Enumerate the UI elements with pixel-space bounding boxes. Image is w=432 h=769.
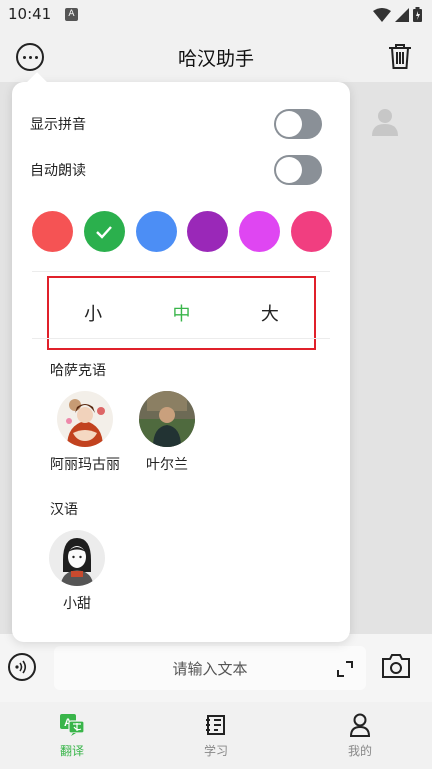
camera-icon[interactable]	[381, 653, 411, 679]
tab-label: 我的	[347, 744, 372, 758]
battery-icon	[413, 7, 422, 22]
show-pinyin-toggle[interactable]	[274, 109, 322, 139]
settings-popup: 显示拼音 自动朗读 小 中 大 哈萨克语 阿丽玛古丽 叶尔兰 汉语 小甜	[12, 72, 350, 642]
voice-name: 小甜	[63, 596, 91, 612]
auto-read-row: 自动朗读	[30, 154, 322, 186]
status-time: 10:41	[8, 5, 52, 23]
color-swatch-magenta[interactable]	[239, 211, 281, 252]
tab-study[interactable]: 学习	[144, 702, 288, 769]
chinese-section-label: 汉语	[50, 502, 78, 518]
input-bar: 请输入文本	[0, 634, 432, 702]
system-icons	[373, 7, 422, 22]
color-swatch-red[interactable]	[32, 211, 73, 252]
wifi-icon	[373, 7, 391, 22]
avatar	[49, 530, 105, 586]
font-size-medium[interactable]: 中	[137, 300, 225, 326]
voice-input-button[interactable]	[8, 653, 36, 681]
auto-read-label: 自动朗读	[30, 163, 86, 179]
page-title: 哈汉助手	[177, 48, 254, 70]
notification-icon: A	[65, 8, 78, 21]
divider	[32, 338, 330, 339]
tab-label: 学习	[203, 744, 228, 758]
color-swatch-blue[interactable]	[135, 211, 177, 252]
sound-wave-icon	[15, 660, 27, 674]
tab-bar: A 翻译 学习 我的	[0, 702, 432, 769]
expand-icon[interactable]	[336, 660, 354, 678]
auto-read-toggle[interactable]	[274, 155, 322, 185]
color-swatch-green[interactable]	[83, 211, 125, 252]
person-icon	[349, 713, 371, 737]
tab-translate[interactable]: A 翻译	[0, 702, 144, 769]
avatar	[139, 391, 195, 447]
voice-xiaotian[interactable]: 小甜	[49, 530, 105, 613]
color-picker	[32, 211, 332, 252]
tab-label: 翻译	[59, 744, 84, 758]
show-pinyin-label: 显示拼音	[30, 117, 86, 133]
user-avatar-icon	[372, 109, 398, 136]
trash-icon[interactable]	[388, 43, 412, 69]
tab-profile[interactable]: 我的	[288, 702, 432, 769]
text-input[interactable]: 请输入文本	[54, 646, 366, 690]
study-icon	[206, 715, 225, 735]
voice-name: 阿丽玛古丽	[50, 457, 120, 473]
voice-erlan[interactable]: 叶尔兰	[139, 391, 195, 474]
color-swatch-pink[interactable]	[290, 211, 332, 252]
translate-icon: A	[60, 714, 84, 736]
check-icon	[96, 225, 113, 239]
color-swatch-purple[interactable]	[187, 211, 229, 252]
font-size-large[interactable]: 大	[226, 300, 314, 326]
font-size-small[interactable]: 小	[49, 300, 137, 326]
show-pinyin-row: 显示拼音	[30, 108, 322, 140]
avatar	[57, 391, 113, 447]
app-bar: 哈汉助手	[0, 30, 432, 82]
kazakh-section-label: 哈萨克语	[50, 363, 106, 379]
signal-icon	[395, 7, 409, 22]
status-bar: 10:41 A	[0, 0, 432, 30]
voice-alimagul[interactable]: 阿丽玛古丽	[50, 391, 120, 474]
divider	[32, 271, 330, 272]
voice-name: 叶尔兰	[146, 457, 188, 473]
